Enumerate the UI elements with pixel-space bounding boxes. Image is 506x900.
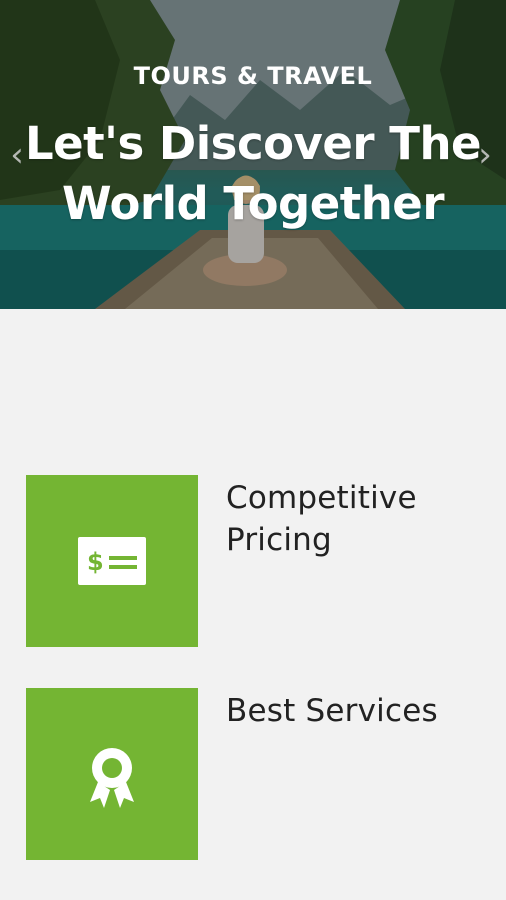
svg-text:$: $ bbox=[87, 548, 104, 576]
hero-title-line-1: Let's Discover The bbox=[24, 117, 482, 170]
feature-label-line-2: Pricing bbox=[226, 522, 332, 558]
feature-item-competitive-pricing: $ Competitive Pricing bbox=[26, 475, 486, 647]
hero-kicker: TOURS & TRAVEL bbox=[133, 62, 373, 90]
feature-label-line-1: Best Services bbox=[226, 693, 438, 729]
hero-banner: TOURS & TRAVEL Let's Discover The World … bbox=[0, 0, 506, 309]
hero-title: Let's Discover The World Together bbox=[0, 114, 506, 234]
feature-icon-tile bbox=[26, 688, 198, 860]
chevron-left-icon: ‹ bbox=[10, 135, 24, 175]
feature-label-line-1: Competitive bbox=[226, 480, 417, 516]
carousel-prev-button[interactable]: ‹ bbox=[4, 138, 30, 172]
carousel-next-button[interactable]: › bbox=[472, 138, 498, 172]
hero-title-line-2: World Together bbox=[61, 177, 445, 230]
award-ribbon-icon bbox=[90, 748, 134, 808]
feature-label: Best Services bbox=[226, 690, 476, 732]
feature-icon-tile: $ bbox=[26, 475, 198, 647]
feature-label: Competitive Pricing bbox=[226, 477, 476, 561]
price-tag-icon: $ bbox=[78, 537, 146, 585]
feature-item-best-services: Best Services bbox=[26, 688, 486, 860]
chevron-right-icon: › bbox=[478, 135, 492, 175]
